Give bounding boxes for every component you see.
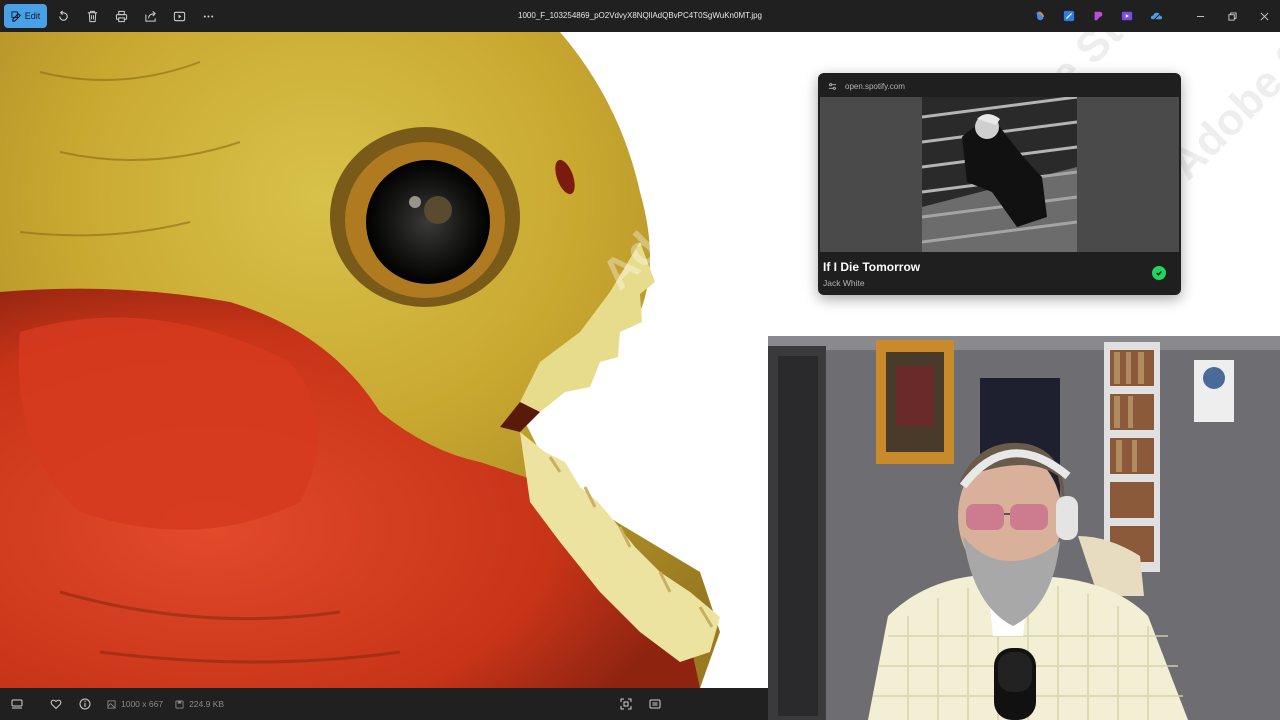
- spotify-miniplayer[interactable]: open.spotify.com If I Die Tomorrow Jack …: [818, 73, 1181, 295]
- slideshow-icon: [173, 11, 186, 21]
- fit-to-window-button[interactable]: [611, 688, 640, 720]
- close-button[interactable]: [1248, 0, 1280, 32]
- spotify-url: open.spotify.com: [845, 81, 905, 91]
- site-settings-icon[interactable]: [828, 82, 837, 91]
- copilot-icon: [1036, 11, 1045, 21]
- copilot-app-icon[interactable]: [1030, 6, 1050, 26]
- image-size-icon: [107, 699, 116, 709]
- edit-button-label: Edit: [24, 11, 41, 21]
- file-size: 224.9 KB: [175, 699, 224, 709]
- file-info-button[interactable]: [70, 688, 99, 720]
- album-cover-image: [922, 97, 1077, 252]
- print-icon: [115, 10, 128, 22]
- filmstrip-icon: [11, 699, 22, 709]
- share-icon: [145, 10, 156, 22]
- close-icon: [1260, 12, 1268, 20]
- minimize-icon: [1196, 15, 1204, 17]
- track-title[interactable]: If I Die Tomorrow: [823, 260, 920, 274]
- album-art: [922, 97, 1077, 252]
- edit-button[interactable]: Edit: [4, 4, 47, 28]
- restore-icon: [1227, 11, 1237, 21]
- rotate-icon: [59, 10, 68, 21]
- view-actual-size-button[interactable]: [640, 688, 669, 720]
- delete-button[interactable]: [78, 4, 107, 28]
- heart-icon: [50, 699, 61, 710]
- more-icon: [203, 14, 214, 18]
- editor-icon: [1063, 10, 1075, 22]
- image-dimensions: 1000 x 667: [107, 699, 163, 709]
- edit-icon: [11, 10, 21, 22]
- dimensions-text: 1000 x 667: [121, 699, 164, 709]
- webcam-feed: [768, 336, 1280, 720]
- spotify-url-bar: open.spotify.com: [828, 79, 905, 93]
- photos-toolbar: Edit 1000_F_103254869_pO2VdvyX8NQllAdQBv…: [0, 0, 1280, 32]
- editor-app-icon[interactable]: [1059, 6, 1079, 26]
- piranha-photo: Adobe Stock: [0, 32, 768, 688]
- filmstrip-button[interactable]: [2, 688, 31, 720]
- slideshow-button[interactable]: [165, 4, 194, 28]
- restore-button[interactable]: [1216, 0, 1248, 32]
- actual-size-icon: [649, 699, 660, 709]
- tray-app-icons: [1030, 6, 1166, 26]
- video-app-icon[interactable]: [1117, 6, 1137, 26]
- status-bar: 1000 x 667 224.9 KB: [0, 688, 768, 720]
- rotate-button[interactable]: [49, 4, 78, 28]
- file-size-text: 224.9 KB: [189, 699, 225, 709]
- clipchamp-icon: [1094, 11, 1103, 21]
- delete-icon: [87, 10, 98, 22]
- video-icon: [1121, 11, 1133, 21]
- cloud-sync-icon: [1150, 12, 1162, 22]
- favorite-button[interactable]: [41, 688, 70, 720]
- clipchamp-app-icon[interactable]: [1088, 6, 1108, 26]
- more-button[interactable]: [194, 4, 223, 28]
- photo-canvas[interactable]: Adobe Stock: [0, 32, 768, 688]
- print-button[interactable]: [107, 4, 136, 28]
- info-icon: [79, 698, 90, 710]
- liked-button[interactable]: [1152, 266, 1166, 280]
- webcam-person-image: [768, 336, 1280, 720]
- disk-icon: [175, 699, 184, 709]
- screen: Edit 1000_F_103254869_pO2VdvyX8NQllAdQBv…: [0, 0, 1280, 720]
- check-icon: [1156, 270, 1162, 276]
- onedrive-app-icon[interactable]: [1146, 6, 1166, 26]
- minimize-button[interactable]: [1184, 0, 1216, 32]
- track-artist[interactable]: Jack White: [823, 278, 865, 288]
- share-button[interactable]: [136, 4, 165, 28]
- fit-window-icon: [620, 698, 631, 710]
